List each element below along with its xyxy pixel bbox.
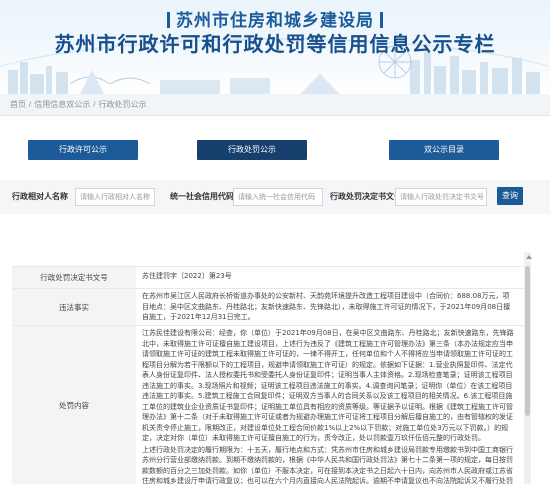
row-key: 处罚内容	[12, 326, 136, 484]
penalty-content-paragraph: 江苏民佳建设有限公司：经查，你（单位）于2021年09月08日，在吴中区文曲路东…	[142, 329, 514, 442]
label-decision-number: 行政处罚决定书文号	[330, 192, 402, 201]
org-name-left-bar	[167, 12, 170, 28]
row-value: 江苏民佳建设有限公司：经查，你（单位）于2021年09月08日，在吴中区文曲路东…	[138, 326, 518, 484]
scrollbar-thumb[interactable]	[525, 266, 530, 416]
search-button[interactable]: 查询	[497, 187, 523, 205]
page-title: 苏州市行政许可和行政处罚等信用信息公示专栏	[54, 32, 496, 56]
credit-code-input[interactable]: 请输入统一社会信用代码	[233, 188, 323, 206]
breadcrumb-current: 行政处罚公示	[98, 100, 147, 109]
org-name-right-bar	[380, 12, 383, 28]
violation-facts-text: 在苏州市吴江区人民政府长桥街道办事处的公安新村、天韵苑环境提升改造工程项目建设中…	[142, 292, 511, 321]
row-key: 违法事实	[12, 289, 136, 325]
penalty-content-paragraph: 上述行政处罚决定的履行期限为：十五天，履行地点和方式：凭苏州市住房和城乡建设局罚…	[142, 445, 513, 484]
tab-bar: 行政许可公示 行政处罚公示 双公示目录	[0, 140, 550, 160]
tab-catalog[interactable]: 双公示目录	[389, 140, 499, 160]
header-banner: 苏州市住房和城乡建设局 苏州市行政许可和行政处罚等信用信息公示专栏	[0, 0, 550, 94]
scroll-up-icon[interactable]	[526, 255, 532, 259]
row-value: 苏住建罚字〔2022〕第23号	[142, 272, 232, 280]
row-value: 在苏州市吴江区人民政府长桥街道办事处的公安新村、天韵苑环境提升改造工程项目建设中…	[138, 289, 518, 325]
penalty-detail-table: 行政处罚决定书文号 苏住建罚字〔2022〕第23号 违法事实 在苏州市吴江区人民…	[12, 266, 524, 484]
table-row-violation-facts: 违法事实 在苏州市吴江区人民政府长桥街道办事处的公安新村、天韵苑环境提升改造工程…	[12, 289, 524, 326]
row-key: 行政处罚决定书文号	[12, 267, 136, 288]
breadcrumb-separator: /	[93, 100, 96, 109]
breadcrumb-home[interactable]: 首页	[10, 100, 26, 109]
decision-number-input[interactable]: 请输入行政处罚决定书文号	[395, 188, 487, 206]
tab-admin-penalty[interactable]: 行政处罚公示	[197, 140, 307, 160]
party-name-input[interactable]: 请输入行政相对人名称	[75, 188, 155, 206]
search-panel: 行政相对人名称 请输入行政相对人名称 统一社会信用代码 请输入统一社会信用代码 …	[0, 180, 550, 214]
breadcrumb-credit-info[interactable]: 信用信息双公示	[34, 100, 90, 109]
vertical-scrollbar[interactable]	[524, 252, 531, 484]
label-party-name: 行政相对人名称	[12, 192, 68, 201]
tab-admin-license[interactable]: 行政许可公示	[28, 140, 138, 160]
table-row-decision-number: 行政处罚决定书文号 苏住建罚字〔2022〕第23号	[12, 267, 524, 289]
breadcrumb-separator: /	[29, 100, 32, 109]
breadcrumb: 首页 / 信用信息双公示 / 行政处罚公示	[0, 94, 550, 116]
table-row-penalty-content: 处罚内容 江苏民佳建设有限公司：经查，你（单位）于2021年09月08日，在吴中…	[12, 326, 524, 484]
label-credit-code: 统一社会信用代码	[170, 192, 234, 201]
